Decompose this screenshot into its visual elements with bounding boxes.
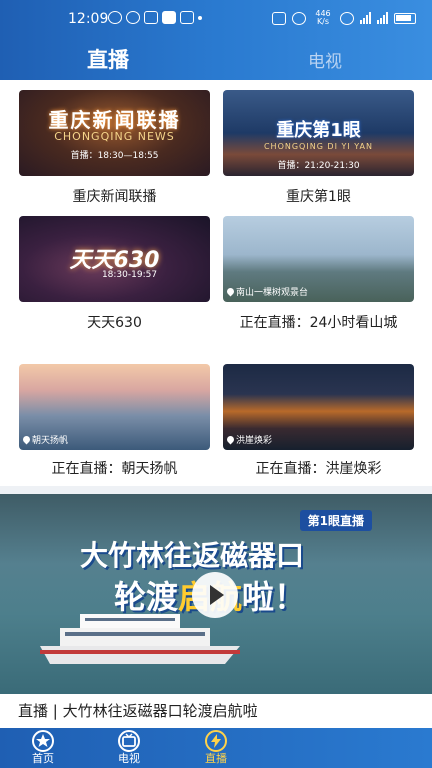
location-label: 南山一棵树观景台 <box>225 285 309 298</box>
tv-icon <box>118 730 140 752</box>
thumb-title: 重庆新闻联播 <box>48 108 181 132</box>
notification-icons <box>108 11 202 24</box>
banner-headline-1: 大竹林往返磁器口 <box>80 539 305 572</box>
location-pin-icon <box>225 434 236 445</box>
location-label: 朝天扬帆 <box>21 433 69 446</box>
status-bar: 12:09 446 K/s <box>0 0 432 36</box>
thumb-title: 重庆第1眼 <box>276 120 361 141</box>
headline-part-c: 啦！ <box>242 578 307 616</box>
nav-tv-label: 电视 <box>118 752 140 765</box>
thumb-airtime: 首播：21:20-21:30 <box>277 161 360 171</box>
thumb-subtitle: CHONGQING NEWS <box>54 130 175 143</box>
nav-home[interactable]: 首页 <box>13 728 73 768</box>
nav-home-label: 首页 <box>32 752 54 765</box>
channel-thumbnail[interactable]: 重庆第1眼 CHONGQING DI YI YAN 首播：21:20-21:30 <box>223 90 414 176</box>
tab-live[interactable]: 直播 <box>87 44 129 74</box>
app-icon <box>162 11 176 24</box>
mute-icon <box>292 11 306 25</box>
signal-2-icon <box>377 12 388 24</box>
banner-tag: 第1眼直播 <box>299 510 372 531</box>
banner-caption[interactable]: 直播 | 大竹林往返磁器口轮渡启航啦 <box>0 694 432 728</box>
network-speed: 446 K/s <box>312 10 334 26</box>
location-pin-icon <box>225 286 236 297</box>
nav-live[interactable]: 直播 <box>186 728 246 768</box>
wifi-icon <box>340 11 354 25</box>
star-icon <box>32 730 54 752</box>
live-thumbnail[interactable]: 洪崖焕彩 <box>223 364 414 450</box>
channel-thumbnail[interactable]: 重庆新闻联播 CHONGQING NEWS 首播：18:30—18:55 <box>19 90 210 176</box>
live-title: 正在直播：洪崖焕彩 <box>255 461 382 477</box>
thumb-airtime: 首播：18:30—18:55 <box>70 151 159 161</box>
featured-live-banner[interactable]: 第1眼直播 大竹林往返磁器口 轮渡启航啦！ <box>0 494 432 694</box>
location-text: 洪崖焕彩 <box>236 436 273 446</box>
nfc-icon <box>272 11 286 25</box>
channel-name: 天天630 <box>87 315 142 331</box>
live-thumbnail[interactable]: 南山一棵树观景台 <box>223 216 414 302</box>
nav-live-label: 直播 <box>205 752 227 765</box>
status-time: 12:09 <box>68 11 109 27</box>
section-divider <box>0 486 432 494</box>
location-pin-icon <box>21 434 32 445</box>
location-label: 洪崖焕彩 <box>225 433 273 446</box>
chat-icon <box>126 11 140 24</box>
image-icon <box>180 11 194 24</box>
mail-icon <box>144 11 158 24</box>
tab-tv[interactable]: 电视 <box>308 47 342 72</box>
location-text: 南山一棵树观景台 <box>236 288 309 298</box>
live-title: 正在直播：朝天扬帆 <box>51 461 178 477</box>
ferry-illustration <box>40 614 240 664</box>
live-thumbnail[interactable]: 朝天扬帆 <box>19 364 210 450</box>
wechat-icon <box>108 11 122 24</box>
signal-icon <box>360 12 371 24</box>
system-icons: 446 K/s <box>272 10 416 26</box>
nav-tv[interactable]: 电视 <box>99 728 159 768</box>
live-title: 正在直播：24小时看山城 <box>239 315 398 331</box>
thumb-airtime: 18:30-19:57 <box>101 270 158 280</box>
dot-icon <box>198 15 202 20</box>
location-text: 朝天扬帆 <box>32 436 69 446</box>
thumb-subtitle: CHONGQING DI YI YAN <box>263 142 374 151</box>
channel-name: 重庆新闻联播 <box>72 189 157 205</box>
lightning-icon <box>205 730 227 752</box>
channel-name: 重庆第1眼 <box>286 189 351 205</box>
battery-icon <box>394 12 416 24</box>
bottom-navigation: 首页 电视 直播 <box>0 728 432 768</box>
netspeed-unit: K/s <box>316 17 330 26</box>
channel-thumbnail[interactable]: 天天630 18:30-19:57 <box>19 216 210 302</box>
header: 12:09 446 K/s 直播 电视 <box>0 0 432 80</box>
